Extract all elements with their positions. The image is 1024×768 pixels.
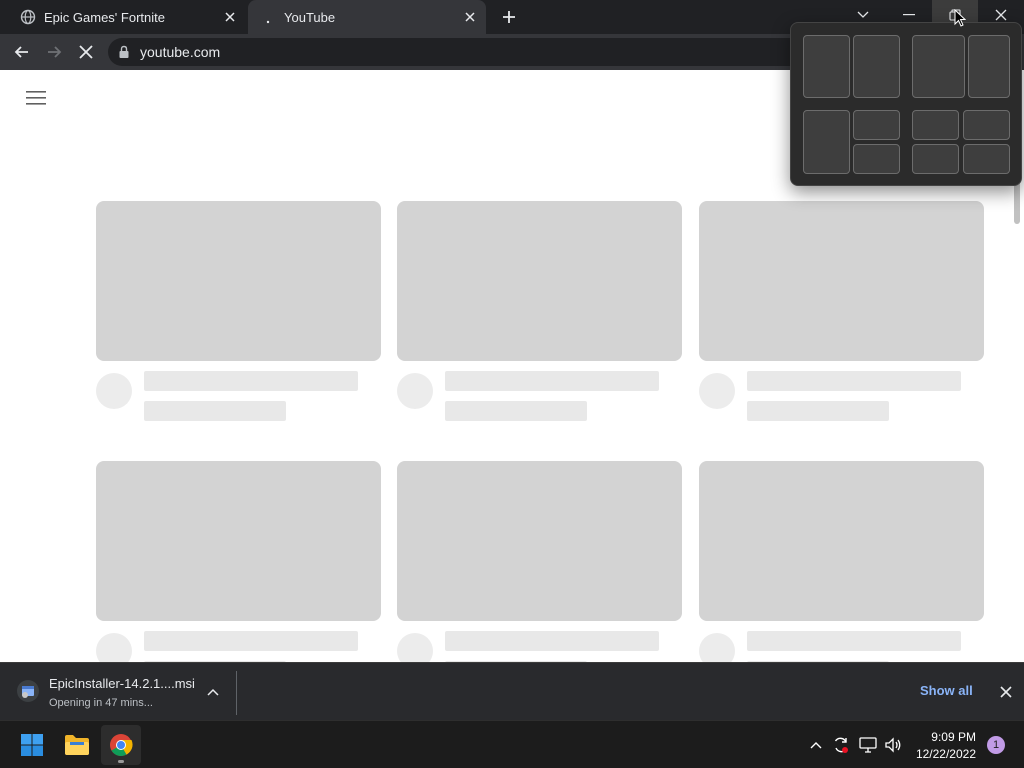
network-icon[interactable] (858, 735, 878, 755)
hidden-icons-button[interactable] (806, 735, 826, 755)
back-button[interactable] (8, 38, 36, 66)
snap-zone[interactable] (912, 110, 959, 140)
screen: Epic Games' Fortnite YouTube youtube.com… (0, 0, 1024, 768)
installer-file-icon (16, 679, 40, 703)
volume-icon[interactable] (883, 735, 903, 755)
close-tab-icon[interactable] (460, 7, 480, 27)
download-filename[interactable]: EpicInstaller-14.2.1....msi (49, 676, 195, 691)
close-icon (79, 45, 93, 59)
close-tab-icon[interactable] (220, 7, 240, 27)
close-shelf-button[interactable] (996, 682, 1016, 702)
windows-start-icon (21, 734, 43, 756)
chevron-up-icon (207, 688, 219, 696)
title-placeholder (747, 631, 961, 651)
download-status: Opening in 47 mins... (49, 697, 153, 709)
avatar-placeholder (96, 373, 132, 409)
download-options-button[interactable] (204, 683, 222, 701)
active-indicator (118, 760, 124, 763)
title-placeholder (144, 371, 358, 391)
file-explorer-button[interactable] (57, 725, 97, 765)
meta-placeholder (144, 401, 286, 421)
forward-button[interactable] (40, 38, 68, 66)
avatar-placeholder (699, 373, 735, 409)
lock-icon (118, 45, 130, 59)
arrow-left-icon (14, 46, 28, 58)
snap-layouts-flyout (790, 22, 1022, 186)
avatar-placeholder (397, 633, 433, 662)
snap-zone[interactable] (912, 144, 959, 174)
snap-zone[interactable] (853, 110, 900, 140)
loading-icon (260, 9, 276, 25)
taskbar: 9:09 PM 12/22/2022 1 (0, 720, 1024, 768)
new-tab-button[interactable] (498, 6, 520, 28)
menu-icon[interactable] (26, 90, 46, 106)
avatar-placeholder (397, 373, 433, 409)
tab-epic-games[interactable]: Epic Games' Fortnite (8, 0, 246, 34)
tab-title: YouTube (284, 9, 336, 25)
thumbnail-placeholder (699, 201, 984, 361)
divider (236, 671, 237, 715)
title-placeholder (144, 631, 358, 651)
close-icon (1000, 686, 1012, 698)
globe-icon (20, 9, 36, 25)
chrome-taskbar-button[interactable] (101, 725, 141, 765)
meta-placeholder (747, 401, 889, 421)
stop-loading-button[interactable] (72, 38, 100, 66)
tab-youtube[interactable]: YouTube (248, 0, 486, 34)
thumbnail-placeholder (699, 461, 984, 621)
snap-zone[interactable] (853, 35, 900, 98)
snap-zone[interactable] (968, 35, 1010, 98)
notification-badge[interactable]: 1 (987, 736, 1005, 754)
tab-title: Epic Games' Fortnite (44, 9, 165, 25)
url-text: youtube.com (140, 44, 221, 60)
mouse-cursor-icon (954, 8, 967, 32)
minimize-icon (903, 14, 915, 16)
chevron-up-icon (810, 742, 822, 749)
snap-zone[interactable] (853, 144, 900, 174)
snap-zone[interactable] (803, 35, 850, 98)
chevron-down-icon (857, 11, 869, 18)
thumbnail-placeholder (96, 461, 381, 621)
thumbnail-placeholder (397, 461, 682, 621)
file-explorer-icon (65, 735, 89, 755)
start-button[interactable] (12, 725, 52, 765)
thumbnail-placeholder (397, 201, 682, 361)
show-all-button[interactable]: Show all (920, 683, 973, 698)
clock-date[interactable]: 12/22/2022 (906, 747, 976, 761)
title-placeholder (445, 631, 659, 651)
avatar-placeholder (699, 633, 735, 662)
avatar-placeholder (96, 633, 132, 662)
snap-zone[interactable] (803, 110, 850, 174)
sync-icon[interactable] (831, 735, 851, 755)
snap-zone[interactable] (963, 110, 1010, 140)
close-icon (995, 9, 1007, 21)
arrow-right-icon (48, 46, 62, 58)
snap-zone[interactable] (963, 144, 1010, 174)
plus-icon (503, 11, 515, 23)
thumbnail-placeholder (96, 201, 381, 361)
meta-placeholder (445, 401, 587, 421)
download-shelf: EpicInstaller-14.2.1....msi Opening in 4… (0, 662, 1024, 720)
snap-zone[interactable] (912, 35, 965, 98)
title-placeholder (445, 371, 659, 391)
clock-time[interactable]: 9:09 PM (916, 730, 976, 744)
chrome-icon (110, 734, 133, 756)
title-placeholder (747, 371, 961, 391)
